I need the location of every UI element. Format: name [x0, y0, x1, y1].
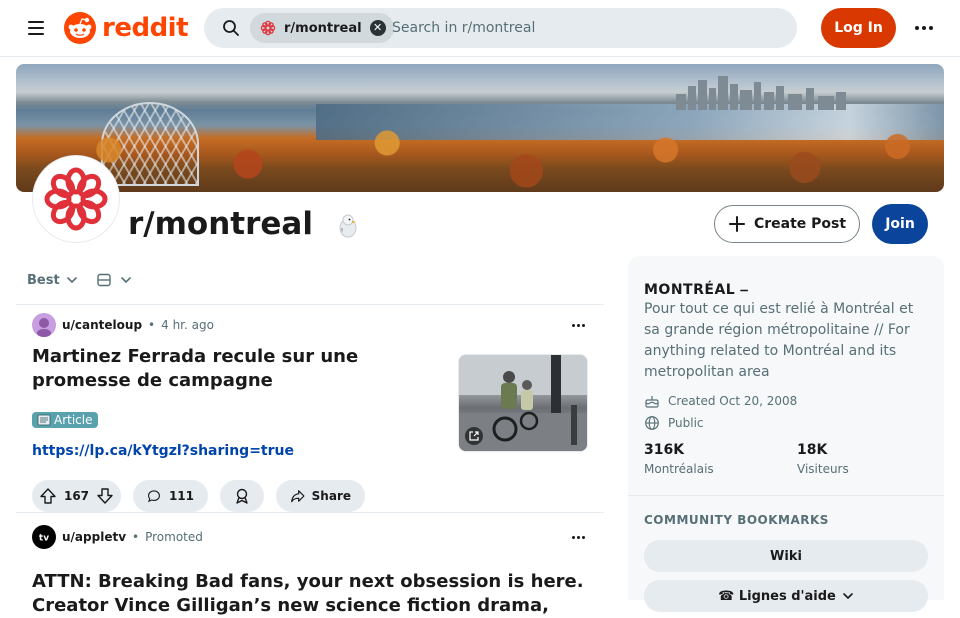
promoted-post-card[interactable]: tv u/appletv • Promoted ATTN: Breaking B… — [16, 525, 604, 616]
montreal-emblem-logo — [44, 167, 108, 231]
sidebar-title: MONTRÉAL ⎯ — [644, 282, 749, 298]
reddit-logo[interactable]: reddit — [64, 12, 189, 44]
post-options-icon[interactable] — [568, 527, 588, 547]
newspaper-icon — [37, 414, 51, 426]
seagull-icon — [339, 214, 357, 238]
community-banner — [16, 64, 944, 192]
promoted-label: Promoted — [145, 530, 203, 544]
create-post-button[interactable]: Create Post — [714, 205, 860, 243]
svg-text:tv: tv — [39, 534, 49, 544]
award-icon — [236, 488, 248, 504]
comment-count: 111 — [168, 489, 194, 503]
banner-skyline — [676, 76, 846, 110]
visitors-count: 18K — [797, 442, 828, 458]
banner-foliage — [16, 122, 944, 192]
wiki-bookmark-button[interactable]: Wiki — [644, 540, 928, 572]
cake-icon — [645, 396, 659, 408]
community-avatar[interactable] — [33, 156, 119, 242]
meta-separator: • — [132, 530, 140, 544]
reddit-snoo-icon — [64, 12, 96, 44]
top-header: reddit r/montreal ✕ Log In — [0, 0, 960, 57]
card-view-icon — [97, 273, 111, 287]
community-name: r/montreal — [128, 206, 313, 242]
chevron-down-icon — [121, 277, 131, 284]
comments-button[interactable]: 111 — [133, 480, 208, 512]
vote-count: 167 — [63, 489, 90, 503]
bookmark-label: Wiki — [770, 548, 802, 564]
post-actions: 167 111 Share — [32, 480, 365, 512]
join-button[interactable]: Join — [872, 204, 928, 244]
sort-dropdown[interactable]: Best — [16, 264, 88, 296]
plus-icon — [728, 216, 745, 232]
visibility-label: Public — [668, 416, 704, 430]
share-icon — [291, 490, 305, 503]
more-options-icon[interactable] — [908, 14, 940, 42]
visitors-label: Visiteurs — [797, 462, 849, 476]
upvote-icon[interactable] — [39, 487, 57, 505]
sidebar-description: Pour tout ce qui est relié à Montréal et… — [644, 301, 914, 380]
post-title[interactable]: Martinez Ferrada recule sur une promesse… — [32, 345, 442, 393]
post-author[interactable]: u/appletv — [62, 530, 126, 544]
post-time: 4 hr. ago — [161, 318, 214, 332]
appletv-avatar-icon: tv — [32, 525, 56, 549]
login-button[interactable]: Log In — [821, 8, 896, 48]
feed-divider — [16, 304, 604, 305]
user-avatar-icon — [32, 313, 56, 337]
chevron-down-icon — [66, 277, 77, 284]
post-flair[interactable]: Article — [32, 412, 98, 428]
created-date-row: Created Oct 20, 2008 — [644, 392, 797, 410]
sort-label: Best — [27, 272, 60, 288]
created-date: Created Oct 20, 2008 — [668, 394, 798, 408]
share-button[interactable]: Share — [276, 480, 365, 512]
menu-icon[interactable] — [24, 18, 48, 38]
share-label: Share — [311, 489, 351, 503]
post-thumbnail[interactable] — [458, 354, 588, 452]
feed-sort-bar: Best — [16, 264, 604, 296]
award-button[interactable] — [220, 480, 264, 512]
downvote-icon[interactable] — [96, 487, 114, 505]
post-meta: u/canteloup • 4 hr. ago — [32, 313, 214, 337]
helplines-bookmark-button[interactable]: ☎ Lignes d'aide — [644, 580, 928, 612]
post-meta: tv u/appletv • Promoted — [32, 525, 203, 549]
logo-wordmark: reddit — [102, 13, 189, 43]
search-input[interactable] — [392, 17, 772, 39]
post-flair-label: Article — [54, 413, 93, 427]
clear-chip-icon[interactable]: ✕ — [369, 20, 386, 36]
post-options-icon[interactable] — [568, 315, 588, 335]
members-label: Montréalais — [644, 462, 714, 476]
globe-icon — [645, 416, 659, 430]
post-title[interactable]: ATTN: Breaking Bad fans, your next obses… — [32, 570, 592, 618]
montreal-emblem-icon — [260, 20, 276, 36]
meta-separator: • — [148, 318, 156, 332]
bookmarks-heading: COMMUNITY BOOKMARKS — [644, 513, 829, 527]
members-count: 316K — [644, 442, 685, 458]
vote-control: 167 — [32, 480, 121, 512]
search-icon — [223, 20, 239, 36]
sidebar-divider — [628, 495, 944, 496]
community-sidebar: MONTRÉAL ⎯ Pour tout ce qui est relié à … — [628, 256, 944, 612]
view-mode-dropdown[interactable] — [88, 264, 140, 296]
comment-icon — [148, 490, 160, 503]
create-post-label: Create Post — [753, 216, 847, 232]
search-bar[interactable]: r/montreal ✕ — [204, 8, 797, 48]
search-chip-label: r/montreal — [284, 20, 362, 36]
post-divider — [16, 512, 604, 513]
post-author[interactable]: u/canteloup — [62, 318, 142, 332]
search-community-chip: r/montreal ✕ — [250, 13, 394, 43]
post-external-link[interactable]: https://lp.ca/kYtgzl?sharing=true — [32, 443, 294, 459]
post-card[interactable]: u/canteloup • 4 hr. ago Martinez Ferrada… — [16, 313, 604, 513]
visibility-row: Public — [644, 414, 704, 432]
bookmark-label: ☎ Lignes d'aide — [718, 588, 836, 604]
external-link-icon — [465, 427, 483, 445]
chevron-down-icon — [843, 593, 853, 600]
